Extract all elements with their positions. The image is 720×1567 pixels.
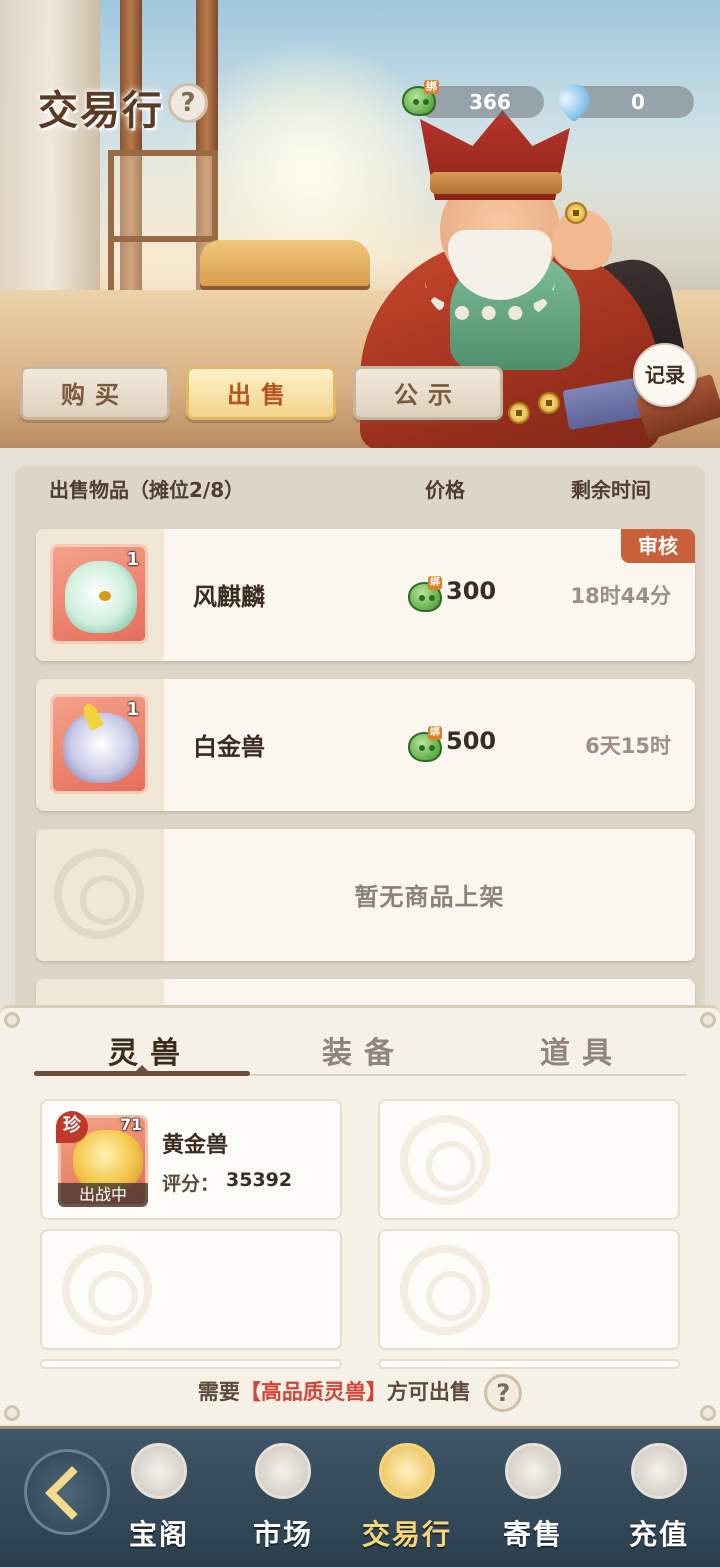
pet-name: 黄金兽 xyxy=(162,1133,229,1158)
notice-suffix: 方可出售 xyxy=(386,1380,471,1404)
tab-items[interactable]: 道具 xyxy=(540,1028,624,1072)
item-quantity: 1 xyxy=(126,549,139,570)
active-tab-indicator xyxy=(34,1071,250,1076)
sell-listing-row[interactable]: 1 白金兽 绑 500 6天15时 xyxy=(36,679,695,811)
tab-sell[interactable]: 出售 xyxy=(186,366,336,420)
empty-stall-row: 暂无商品上架 xyxy=(36,829,695,961)
help-icon[interactable]: ? xyxy=(168,83,208,123)
merchant-banner: 交易行 ? 366 绑 0 购买 出售 公示 记录 xyxy=(0,0,720,448)
column-time: 剩余时间 xyxy=(571,478,651,502)
bottom-nav: 宝阁 市场 交易行 寄售 充值 xyxy=(0,1426,720,1567)
inventory-slot-empty[interactable] xyxy=(378,1229,680,1350)
inventory-slot-empty xyxy=(40,1359,342,1369)
review-badge: 审核 xyxy=(621,529,695,563)
tab-buy[interactable]: 购买 xyxy=(20,366,170,420)
scales-icon xyxy=(379,1443,435,1499)
help-icon[interactable]: ? xyxy=(484,1374,523,1412)
empty-emblem-icon xyxy=(400,1115,490,1205)
notice-highlight: 【高品质灵兽】 xyxy=(239,1380,387,1404)
empty-emblem-icon xyxy=(54,849,144,939)
empty-emblem-icon xyxy=(62,1245,152,1335)
bread-counter xyxy=(200,240,370,286)
platinum-beast-portrait xyxy=(63,713,139,783)
tab-notice[interactable]: 公示 xyxy=(353,366,503,420)
back-arrow-icon[interactable] xyxy=(24,1449,110,1535)
score-label: 评分： xyxy=(162,1173,220,1195)
active-tab-caret xyxy=(136,1065,148,1071)
pet-thumbnail: 1 xyxy=(50,694,148,794)
nav-label: 充值 xyxy=(628,1518,689,1551)
empty-stall-text: 暂无商品上架 xyxy=(354,883,505,911)
coin-icon xyxy=(508,402,530,424)
nav-label: 寄售 xyxy=(502,1518,563,1551)
item-price: 500 xyxy=(446,727,497,755)
remaining-time: 18时44分 xyxy=(570,584,671,608)
empty-emblem-icon xyxy=(400,1245,490,1335)
coin-icon xyxy=(255,1443,311,1499)
pet-level: 71 xyxy=(120,1115,143,1134)
notice-prefix: 需要 xyxy=(197,1380,240,1404)
bind-tag: 绑 xyxy=(428,576,442,590)
sell-requirement-notice: 需要【高品质灵兽】方可出售 ? xyxy=(0,1374,720,1412)
record-button[interactable]: 记录 xyxy=(633,343,697,407)
pet-thumbnail: 1 xyxy=(50,544,148,644)
nav-label: 宝阁 xyxy=(128,1518,189,1551)
inventory-slot-empty[interactable] xyxy=(40,1229,342,1350)
cloud-icon xyxy=(631,1443,687,1499)
inventory-slot[interactable]: 珍 71 出战中 黄金兽 评分： 35392 xyxy=(40,1099,342,1220)
item-price: 300 xyxy=(446,577,497,605)
nav-label: 市场 xyxy=(252,1518,313,1551)
inventory-slot-empty[interactable] xyxy=(378,1099,680,1220)
deployed-status: 出战中 xyxy=(58,1183,148,1207)
page-title: 交易行 xyxy=(38,88,164,134)
nav-treasure-pavilion[interactable]: 宝阁 xyxy=(104,1443,214,1559)
wind-qilin-portrait xyxy=(65,561,137,633)
column-item: 出售物品（摊位2/8） xyxy=(49,478,245,502)
item-name: 白金兽 xyxy=(193,733,265,761)
tab-equipment[interactable]: 装备 xyxy=(322,1028,406,1072)
inventory-slot-empty xyxy=(378,1359,680,1369)
tab-spirit-beast[interactable]: 灵兽 xyxy=(108,1028,192,1072)
item-quantity: 1 xyxy=(126,699,139,720)
coin-icon xyxy=(538,392,560,414)
item-name: 风麒麟 xyxy=(193,583,265,611)
pavilion-icon xyxy=(131,1443,187,1499)
nav-market[interactable]: 市场 xyxy=(228,1443,338,1559)
sell-listing-row[interactable]: 1 风麒麟 绑 300 18时44分 审核 xyxy=(36,529,695,661)
remaining-time: 6天15时 xyxy=(585,734,671,758)
nav-label: 交易行 xyxy=(361,1518,452,1551)
consign-scroll-icon xyxy=(505,1443,561,1499)
nav-trading-house[interactable]: 交易行 xyxy=(352,1443,462,1559)
nav-recharge[interactable]: 充值 xyxy=(604,1443,714,1559)
nav-consignment[interactable]: 寄售 xyxy=(478,1443,588,1559)
rarity-badge: 珍 xyxy=(56,1111,88,1143)
column-price: 价格 xyxy=(425,478,465,502)
inventory-panel: 灵兽 装备 道具 珍 71 出战中 黄金兽 评分： 35392 xyxy=(0,1005,720,1425)
pet-score: 35392 xyxy=(226,1169,293,1191)
bind-tag: 绑 xyxy=(428,726,442,740)
bind-tag: 绑 xyxy=(424,80,439,94)
corner-ornament xyxy=(700,1012,716,1028)
list-header: 出售物品（摊位2/8） 价格 剩余时间 xyxy=(15,466,705,508)
corner-ornament xyxy=(4,1012,20,1028)
